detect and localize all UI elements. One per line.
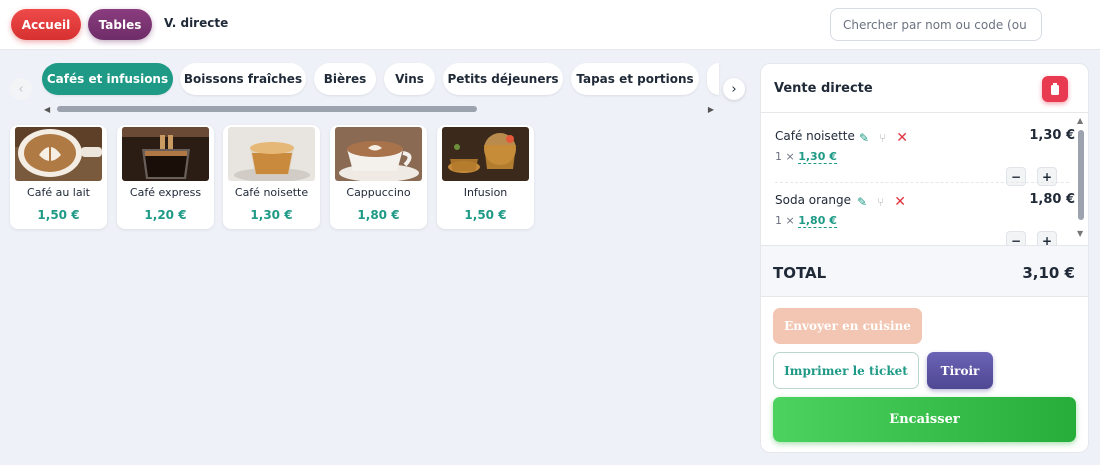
increase-qty-button[interactable]: + [1037, 167, 1057, 186]
chevron-left-icon[interactable]: ‹ [10, 78, 32, 100]
scroll-down-arrow-icon[interactable]: ▼ [1077, 229, 1083, 238]
category-tab-boissons[interactable]: Boissons fraîches [180, 63, 306, 95]
cutlery-icon[interactable]: ⑂ [877, 195, 884, 209]
pencil-icon[interactable]: ✎ [859, 131, 869, 145]
category-tab-tapas[interactable]: Tapas et portions [571, 63, 699, 95]
scroll-up-arrow-icon[interactable]: ▲ [1077, 116, 1083, 125]
order-scroll-thumb[interactable] [1078, 130, 1084, 220]
checkout-button[interactable]: Encaisser [773, 397, 1076, 442]
product-name: Infusion [463, 186, 508, 199]
remove-icon[interactable]: ✕ [894, 194, 906, 210]
chevron-right-icon[interactable]: › [723, 78, 745, 100]
order-line-name: Café noisette [775, 129, 855, 143]
open-drawer-button[interactable]: Tiroir [927, 352, 993, 389]
scroll-right-arrow-icon[interactable]: ▶ [708, 105, 714, 114]
order-title: Vente directe [774, 81, 873, 96]
category-tab-bieres[interactable]: Bières [314, 63, 376, 95]
order-line-name: Soda orange [775, 193, 851, 207]
order-line-total: 1,80 € [1029, 192, 1075, 207]
product-name: Café express [129, 186, 202, 199]
order-scrollbar[interactable]: ▲ ▼ [1077, 116, 1085, 238]
cutlery-icon[interactable]: ⑂ [879, 131, 886, 145]
qty-prefix: 1 × [775, 214, 795, 227]
product-card[interactable]: Café noisette 1,30 € [223, 125, 320, 229]
direct-sale-tab[interactable]: V. directe [164, 16, 228, 30]
pencil-icon[interactable]: ✎ [857, 195, 867, 209]
print-ticket-button[interactable]: Imprimer le ticket [773, 352, 919, 389]
category-tab-overflow[interactable] [707, 63, 719, 95]
trash-icon [1051, 83, 1059, 95]
product-price: 1,50 € [37, 208, 80, 222]
remove-icon[interactable]: ✕ [896, 130, 908, 146]
category-scrollbar[interactable]: ◀ ▶ [42, 104, 714, 114]
product-price: 1,50 € [464, 208, 507, 222]
order-line[interactable]: Café noisette ✎ ⑂ ✕ 1,30 € 1 × 1,30 € − … [775, 128, 1075, 189]
product-price: 1,20 € [144, 208, 187, 222]
top-bar: Accueil Tables V. directe [0, 0, 1100, 50]
total-label: TOTAL [773, 264, 827, 282]
category-tab-cafes[interactable]: Cafés et infusions [42, 63, 173, 95]
decrease-qty-button[interactable]: − [1006, 167, 1026, 186]
send-to-kitchen-button[interactable]: Envoyer en cuisine [773, 308, 922, 344]
product-name: Cappuccino [346, 186, 411, 199]
category-tab-vins[interactable]: Vins [384, 63, 435, 95]
total-value: 3,10 € [1022, 264, 1075, 282]
infusion-image [442, 127, 529, 181]
product-card[interactable]: Café au lait 1,50 € [10, 125, 107, 229]
tables-button[interactable]: Tables [88, 9, 152, 40]
product-card[interactable]: Infusion 1,50 € [437, 125, 534, 229]
product-name: Café noisette [234, 186, 309, 199]
cappuccino-image [335, 127, 422, 181]
line-separator [775, 182, 1069, 183]
unit-price-editable[interactable]: 1,30 € [798, 150, 837, 164]
category-scroll-thumb[interactable] [57, 106, 477, 112]
clear-order-button[interactable] [1042, 76, 1068, 102]
scroll-left-arrow-icon[interactable]: ◀ [44, 105, 50, 114]
home-button[interactable]: Accueil [11, 9, 81, 40]
product-price: 1,30 € [250, 208, 293, 222]
order-line-qty: 1 × 1,80 € [775, 214, 837, 228]
product-card[interactable]: Café express 1,20 € [117, 125, 214, 229]
unit-price-editable[interactable]: 1,80 € [798, 214, 837, 228]
qty-prefix: 1 × [775, 150, 795, 163]
cafe-noisette-image [228, 127, 315, 181]
order-line[interactable]: Soda orange ✎ ⑂ ✕ 1,80 € 1 × 1,80 € − + [775, 192, 1075, 253]
order-line-qty: 1 × 1,30 € [775, 150, 837, 164]
total-row: TOTAL 3,10 € [761, 245, 1088, 297]
product-price: 1,80 € [357, 208, 400, 222]
product-card[interactable]: Cappuccino 1,80 € [330, 125, 427, 229]
order-panel: Vente directe Café noisette ✎ ⑂ ✕ 1,30 €… [760, 63, 1089, 453]
cafe-au-lait-image [15, 127, 102, 181]
order-line-total: 1,30 € [1029, 128, 1075, 143]
cafe-express-image [122, 127, 209, 181]
category-tab-petits-dejeuners[interactable]: Petits déjeuners [443, 63, 563, 95]
search-input[interactable] [830, 8, 1042, 41]
divider [761, 112, 1088, 113]
product-name: Café au lait [27, 186, 90, 199]
